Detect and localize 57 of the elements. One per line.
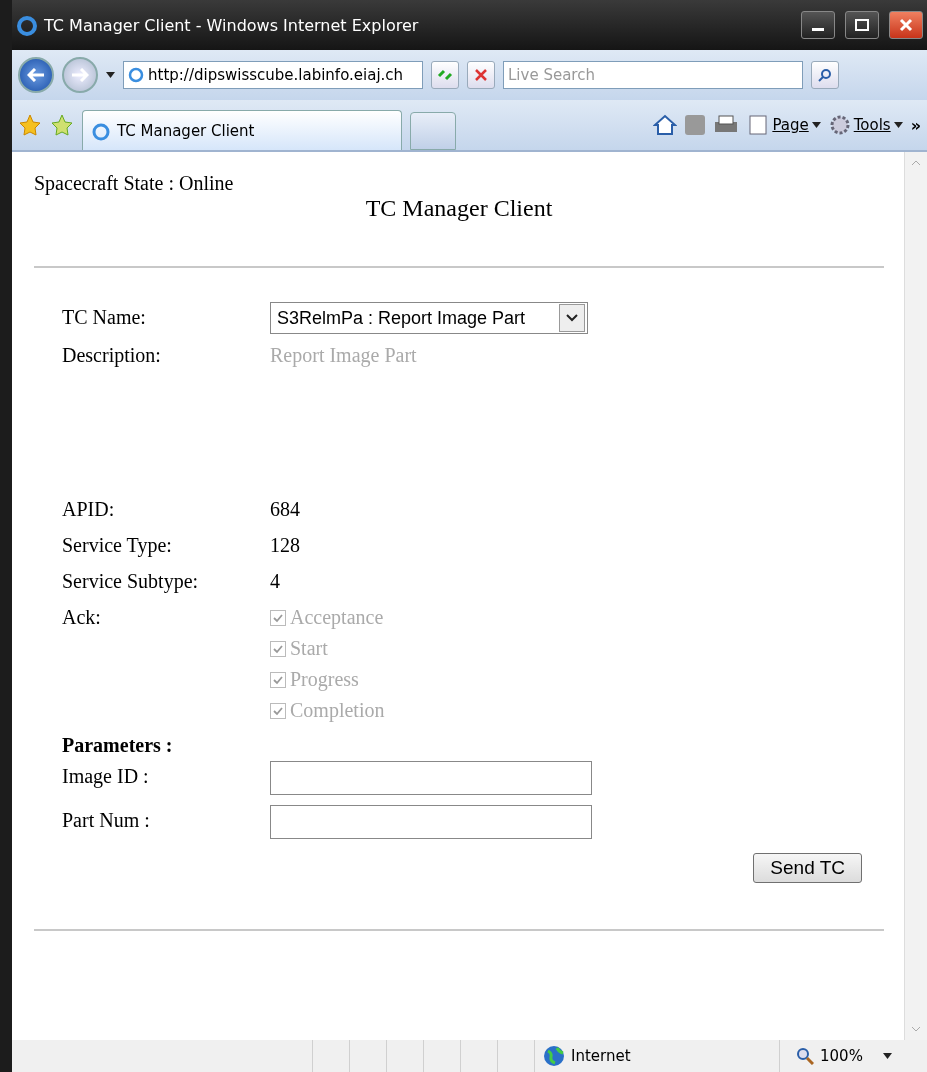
search-icon[interactable] [818, 68, 832, 82]
spacecraft-state: Spacecraft State : Online [34, 172, 235, 195]
checkbox-label: Progress [290, 667, 359, 693]
home-icon[interactable] [653, 114, 678, 136]
caret-icon[interactable] [106, 72, 115, 78]
input-field[interactable] [270, 761, 592, 795]
close-button[interactable] [889, 11, 923, 39]
add-favorite-icon[interactable] [50, 113, 74, 137]
maximize-button[interactable] [845, 11, 879, 39]
document-icon [747, 114, 770, 136]
zoom-level[interactable]: 100% [796, 1047, 892, 1065]
field-label: TC Name: [62, 305, 147, 330]
browser-tab[interactable]: TC Manager Client [82, 110, 402, 150]
caret-icon[interactable] [811, 122, 821, 128]
close-icon[interactable] [899, 18, 913, 32]
parameters-heading: Parameters : [62, 734, 174, 757]
gear-icon [828, 114, 851, 136]
caret-icon[interactable] [893, 122, 903, 128]
stop-icon[interactable] [475, 69, 487, 81]
field-label: Service Type: [62, 533, 173, 559]
window-title: TC Manager Client - Windows Internet Explorer [44, 15, 420, 35]
description-text: Report Image Part [270, 343, 418, 369]
refresh-button[interactable] [431, 61, 459, 89]
field-label: Ack: [62, 605, 102, 630]
caret-icon[interactable] [882, 1053, 892, 1059]
field-value: 684 [270, 497, 301, 522]
star-icon[interactable] [18, 113, 42, 137]
back-arrow-icon[interactable] [27, 68, 45, 82]
tools-menu[interactable]: Tools [828, 114, 903, 136]
maximize-icon[interactable] [855, 19, 869, 31]
send-button[interactable]: Send TC [753, 853, 862, 883]
field-label: Image ID : [62, 764, 150, 790]
input-field[interactable] [270, 805, 592, 839]
field-label: Description: [62, 343, 162, 369]
field-label: APID: [62, 497, 116, 522]
minimize-button[interactable] [801, 11, 835, 39]
page-heading: TC Manager Client [364, 195, 554, 222]
zoom-icon [796, 1047, 814, 1065]
field-label: Part Num : [62, 808, 151, 833]
page-menu[interactable]: Page [747, 114, 821, 136]
overflow-chevron[interactable]: » [910, 115, 921, 135]
address-field[interactable]: http://dipswisscube.labinfo.eiaj.ch [123, 61, 423, 89]
checkbox-label: Acceptance [290, 605, 384, 631]
tc-name-select[interactable]: S3RelmPa : Report Image Part [270, 302, 588, 334]
field-label: Service Subtype: [62, 569, 200, 595]
checkbox-label: Completion [290, 698, 385, 724]
forward-button[interactable] [62, 57, 98, 93]
security-zone: Internet [571, 1047, 631, 1065]
back-button[interactable] [18, 57, 54, 93]
search-field[interactable]: Live Search [503, 61, 803, 89]
search-button[interactable] [811, 61, 839, 89]
globe-icon [543, 1045, 565, 1067]
checkbox-label: Start [290, 636, 328, 661]
browser-logo-icon [16, 14, 38, 36]
field-value: 128 [270, 533, 301, 558]
field-value: 4 [270, 569, 281, 594]
stop-button[interactable] [467, 61, 495, 89]
